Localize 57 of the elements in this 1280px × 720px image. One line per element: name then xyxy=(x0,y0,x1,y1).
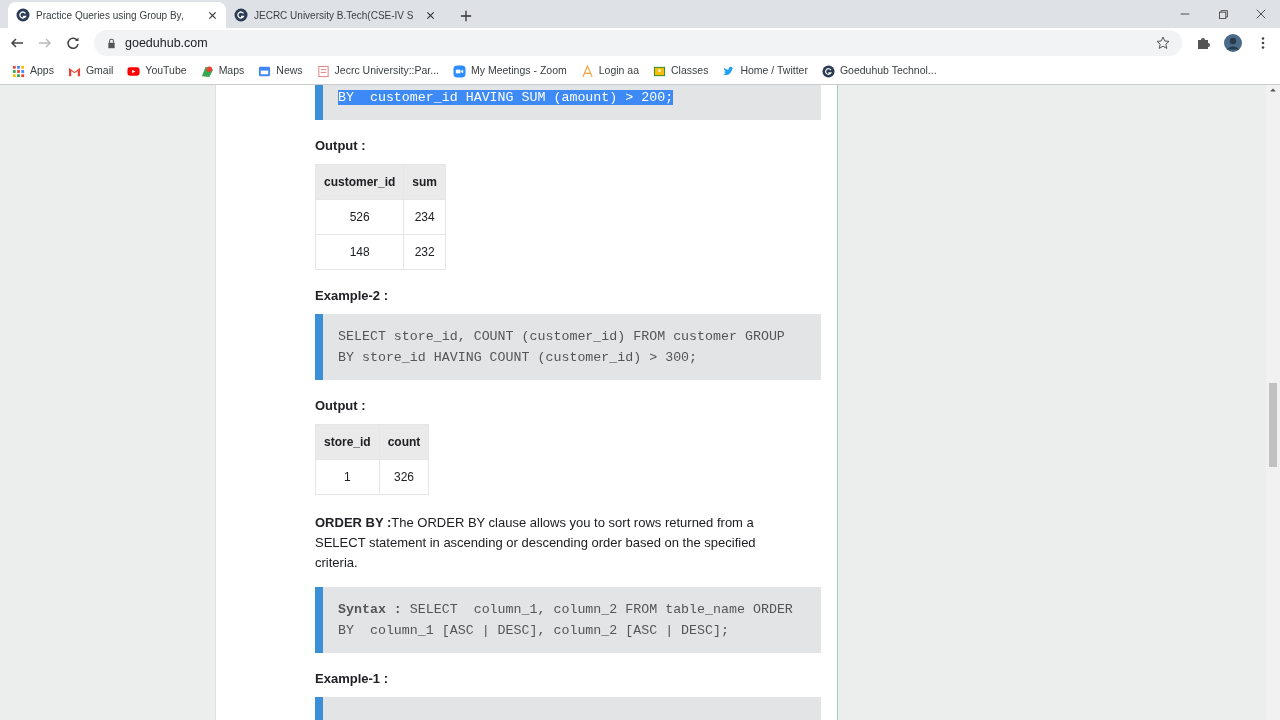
bookmark[interactable]: Goeduhub Technol... xyxy=(821,63,937,79)
heading: Example-1 : xyxy=(315,671,389,687)
play-icon xyxy=(127,64,141,78)
table-cell: 234 xyxy=(403,199,446,235)
close-icon[interactable] xyxy=(425,9,436,21)
bookmark[interactable]: Classes xyxy=(653,63,709,79)
tab[interactable]: Practice Queries using Group By, xyxy=(8,2,226,28)
bookmark[interactable]: Login aa xyxy=(580,63,640,79)
video-camera-icon xyxy=(453,64,467,78)
puzzle-icon[interactable] xyxy=(1196,36,1210,50)
table-cell: 526 xyxy=(315,199,404,235)
bookmark[interactable]: Gmail xyxy=(67,63,114,79)
back-icon[interactable] xyxy=(10,36,24,50)
map-pin-icon xyxy=(200,64,214,78)
g-logo-icon xyxy=(821,64,835,78)
bookmark[interactable]: YouTube xyxy=(127,63,187,79)
bookmark[interactable]: My Meetings - Zoom xyxy=(453,63,567,79)
site-logo-icon xyxy=(16,8,30,22)
table-cell: 148 xyxy=(315,234,404,270)
heading: Example-2 : xyxy=(315,288,389,304)
new-tab-icon[interactable] xyxy=(460,9,472,22)
paragraph: ORDER BY :The ORDER BY clause allows you to sort rows returned from a SELECT statement in ascending or descending order based on the specified criteria. xyxy=(315,514,757,572)
bird-icon xyxy=(722,64,736,78)
tab[interactable]: JECRC University B.Tech(CSE-IV S xyxy=(226,2,444,28)
code-block: BY customer_id HAVING SUM (amount) > 200; xyxy=(315,85,821,120)
table-cell: 326 xyxy=(379,459,429,495)
apps-grid-icon xyxy=(12,64,25,78)
reload-icon[interactable] xyxy=(66,36,80,50)
code-block: SELECT store_id, COUNT (customer_id) FROM customer GROUP BY store_id HAVING COUNT (customer_id) > 300; xyxy=(315,314,821,380)
scrollbar[interactable] xyxy=(1266,85,1280,720)
avatar-icon[interactable] xyxy=(1224,34,1242,52)
bookmark[interactable]: Home / Twitter xyxy=(722,63,808,79)
bookmark[interactable]: News xyxy=(258,63,303,79)
lock-icon xyxy=(106,37,117,49)
scrollbar-thumb[interactable] xyxy=(1269,383,1277,467)
table-cell: 232 xyxy=(403,234,446,270)
close-icon[interactable] xyxy=(1255,8,1267,20)
restore-icon[interactable] xyxy=(1217,8,1229,20)
table-header: store_id xyxy=(315,424,380,460)
site-logo-icon xyxy=(234,8,248,22)
table-header: count xyxy=(379,424,429,460)
heading: Output : xyxy=(315,138,367,154)
close-icon[interactable] xyxy=(207,9,218,21)
star-icon[interactable] xyxy=(1156,36,1170,51)
table-header: sum xyxy=(403,164,446,200)
table-cell: 1 xyxy=(315,459,380,495)
code-block: Syntax : SELECT column_1, column_2 FROM table_name ORDER BY column_1 [ASC | DESC], column_2 [ASC | DESC]; xyxy=(315,587,821,653)
bookmark[interactable]: Jecrc University::Par... xyxy=(316,63,440,79)
bookmark[interactable]: Apps xyxy=(12,63,54,79)
address-bar[interactable]: goeduhub.com xyxy=(94,30,1182,56)
table-header: customer_id xyxy=(315,164,404,200)
classroom-icon xyxy=(653,64,667,78)
heading: Output : xyxy=(315,398,367,414)
newspaper-icon xyxy=(258,64,272,78)
document-icon xyxy=(316,64,330,78)
letter-a-icon xyxy=(580,64,594,78)
bookmark[interactable]: Maps xyxy=(200,63,245,79)
